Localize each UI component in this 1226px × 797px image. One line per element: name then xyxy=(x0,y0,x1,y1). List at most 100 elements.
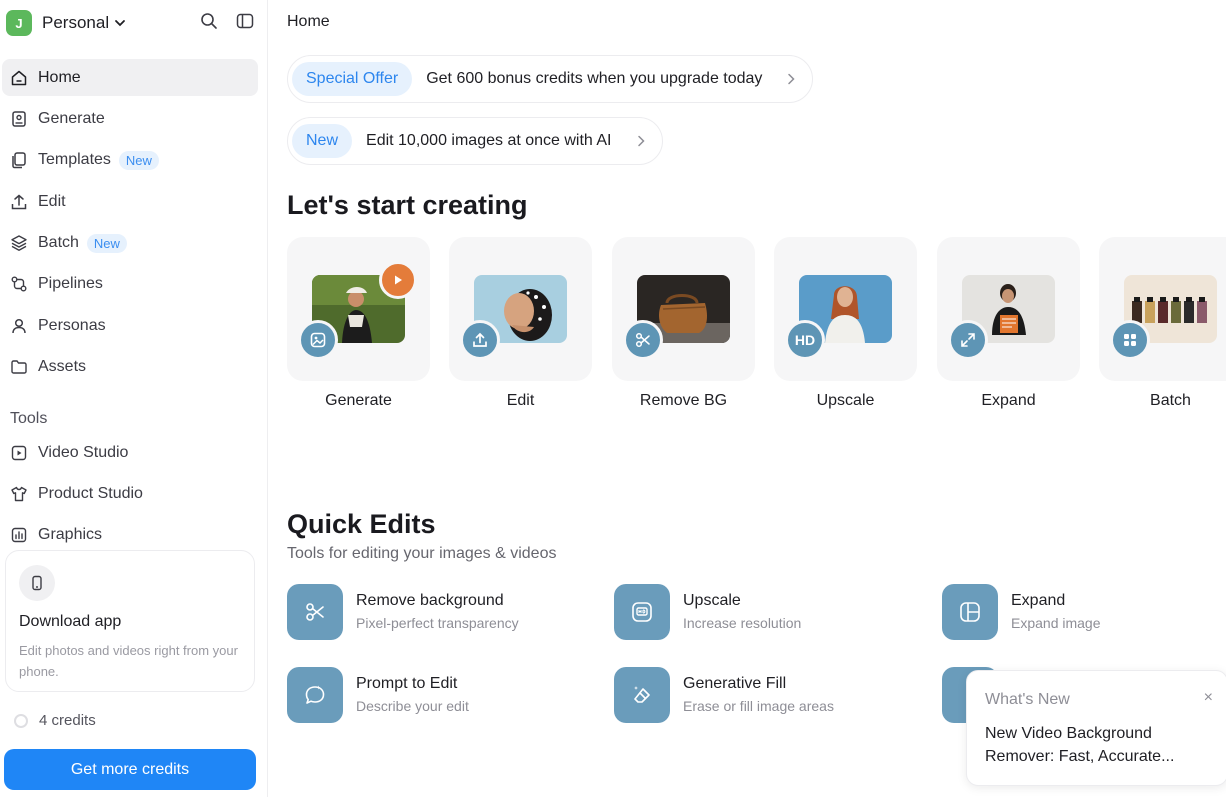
new-badge: New xyxy=(118,150,159,170)
search-icon[interactable] xyxy=(200,12,218,35)
generate-card-label: Generate xyxy=(325,392,392,409)
chevron-right-icon xyxy=(786,73,796,85)
generate-card[interactable] xyxy=(287,237,430,381)
sidebar-item-edit[interactable]: Edit xyxy=(2,183,258,220)
edit-card[interactable] xyxy=(449,237,592,381)
quick-edit-prompt-to-edit[interactable]: Prompt to Edit Describe your edit xyxy=(287,667,469,723)
quick-edit-upscale[interactable]: Upscale Increase resolution xyxy=(614,584,801,640)
sidebar: J Personal Home Generate Templates New E… xyxy=(0,0,268,797)
batch-card-label: Batch xyxy=(1150,392,1191,409)
sidebar-item-assets[interactable]: Assets xyxy=(2,349,258,386)
person-icon xyxy=(10,317,28,335)
sidebar-item-label: Pipelines xyxy=(38,275,103,293)
whats-new-heading: What's New xyxy=(985,691,1070,708)
quick-edits-subtitle: Tools for editing your images & videos xyxy=(287,545,557,562)
sidebar-item-label: Generate xyxy=(38,109,105,127)
pipelines-icon xyxy=(10,275,28,293)
home-icon xyxy=(10,69,28,87)
new-tag: New xyxy=(292,124,353,158)
sidebar-item-label: Templates xyxy=(38,151,111,169)
hd-icon: HD xyxy=(785,320,825,360)
download-app-description: Edit photos and videos right from your p… xyxy=(19,643,238,679)
sidebar-item-product-studio[interactable]: Product Studio xyxy=(2,475,258,512)
folder-icon xyxy=(10,358,28,376)
sidebar-item-batch[interactable]: Batch New xyxy=(2,225,258,262)
quick-edit-name: Remove background xyxy=(356,592,504,609)
quick-edit-name: Upscale xyxy=(683,592,741,609)
special-offer-tag: Special Offer xyxy=(292,62,413,96)
quick-edit-remove-background[interactable]: Remove background Pixel-perfect transpare… xyxy=(287,584,519,640)
layers-icon xyxy=(10,234,28,252)
scissors-icon xyxy=(287,584,343,640)
credits-text: 4 credits xyxy=(39,712,96,729)
new-feature-banner[interactable]: New Edit 10,000 images at once with AI xyxy=(287,117,663,165)
special-offer-text: Get 600 bonus credits when you upgrade t… xyxy=(426,70,763,87)
chevron-down-icon xyxy=(114,17,126,29)
download-app-card[interactable]: Download app Edit photos and videos righ… xyxy=(5,550,255,692)
credits-ring-icon xyxy=(14,713,28,728)
chat-bubble-icon xyxy=(287,667,343,723)
sidebar-item-label: Assets xyxy=(38,358,87,376)
quick-edit-expand[interactable]: Expand Expand image xyxy=(942,584,1101,640)
sidebar-item-label: Product Studio xyxy=(38,484,143,502)
upscale-card-label: Upscale xyxy=(816,392,875,409)
batch-card[interactable] xyxy=(1099,237,1226,381)
workspace-switcher[interactable]: J Personal xyxy=(6,8,260,38)
sidebar-item-generate[interactable]: Generate xyxy=(2,100,258,137)
image-generate-icon xyxy=(10,110,28,128)
special-offer-banner[interactable]: Special Offer Get 600 bonus credits when… xyxy=(287,55,814,103)
quick-edit-name: Generative Fill xyxy=(683,675,787,692)
sidebar-item-home[interactable]: Home xyxy=(2,59,258,96)
video-icon xyxy=(10,444,28,462)
whats-new-popup[interactable]: What's New × New Video Background Remove… xyxy=(966,670,1226,786)
tools-nav: Video Studio Product Studio Graphics xyxy=(2,434,258,558)
expand-frame-icon xyxy=(942,584,998,640)
whats-new-text: New Video Background Remover: Fast, Accu… xyxy=(985,725,1175,765)
workspace-avatar: J xyxy=(6,10,32,36)
phone-icon xyxy=(19,565,55,601)
image-icon xyxy=(298,320,338,360)
chevron-right-icon xyxy=(636,135,646,147)
quick-edit-desc: Erase or fill image areas xyxy=(683,698,834,714)
sidebar-item-label: Edit xyxy=(38,192,66,210)
templates-icon xyxy=(10,151,28,169)
download-app-title: Download app xyxy=(19,613,122,630)
grid-icon xyxy=(1110,320,1150,360)
remove-bg-card[interactable] xyxy=(612,237,755,381)
quick-edit-name: Prompt to Edit xyxy=(356,675,458,692)
tools-heading: Tools xyxy=(10,410,48,427)
upload-icon xyxy=(460,320,500,360)
sidebar-item-pipelines[interactable]: Pipelines xyxy=(2,266,258,303)
sidebar-toggle-icon[interactable] xyxy=(236,12,254,35)
close-icon[interactable]: × xyxy=(1204,689,1213,707)
quick-edit-name: Expand xyxy=(1011,592,1066,609)
expand-card-label: Expand xyxy=(981,392,1036,409)
sidebar-item-video-studio[interactable]: Video Studio xyxy=(2,434,258,471)
graphics-icon xyxy=(10,526,28,544)
sidebar-item-personas[interactable]: Personas xyxy=(2,307,258,344)
sidebar-item-label: Personas xyxy=(38,316,106,334)
workspace-name: Personal xyxy=(42,13,110,32)
quick-edit-desc: Expand image xyxy=(1011,615,1101,631)
quick-edit-desc: Increase resolution xyxy=(683,615,802,631)
main-nav: Home Generate Templates New Edit Batch N… xyxy=(2,59,258,390)
get-more-credits-button[interactable]: Get more credits xyxy=(4,749,256,790)
play-icon xyxy=(379,261,417,299)
shirt-icon xyxy=(10,485,28,503)
expand-card[interactable] xyxy=(937,237,1080,381)
quick-edit-desc: Describe your edit xyxy=(356,698,469,714)
sidebar-item-label: Batch xyxy=(38,234,79,252)
credits-indicator: 4 credits xyxy=(14,712,96,729)
sidebar-item-templates[interactable]: Templates New xyxy=(2,142,258,179)
breadcrumb: Home xyxy=(287,13,330,30)
quick-edit-generative-fill[interactable]: Generative Fill Erase or fill image areas xyxy=(614,667,834,723)
new-badge: New xyxy=(86,233,127,253)
sidebar-item-label: Home xyxy=(38,68,81,86)
sidebar-item-graphics[interactable]: Graphics xyxy=(2,517,258,554)
scissors-icon xyxy=(623,320,663,360)
expand-icon xyxy=(948,320,988,360)
sidebar-item-label: Video Studio xyxy=(38,443,129,461)
upload-icon xyxy=(10,193,28,211)
upscale-card[interactable]: HD xyxy=(774,237,917,381)
new-feature-text: Edit 10,000 images at once with AI xyxy=(366,132,612,149)
